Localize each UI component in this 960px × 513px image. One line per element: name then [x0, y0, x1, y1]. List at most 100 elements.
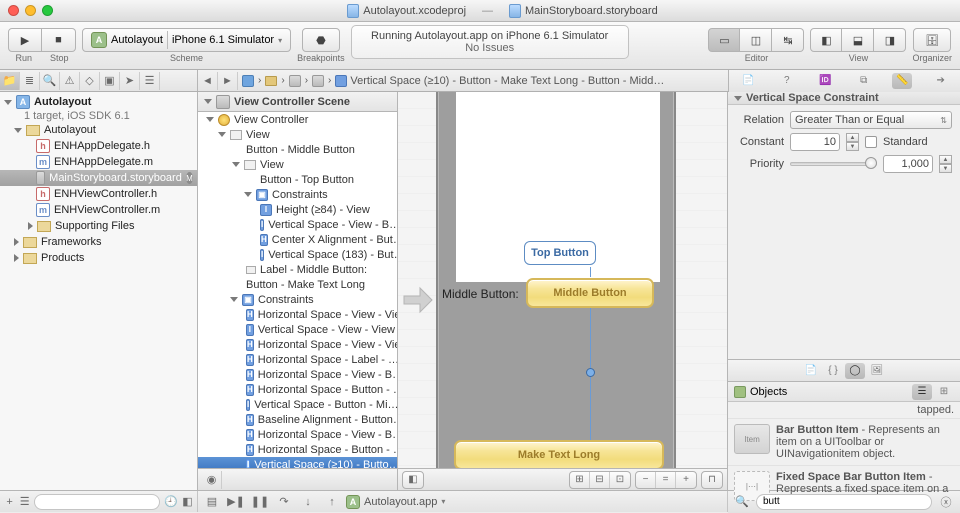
priority-stepper[interactable]: ▲▼	[939, 155, 952, 173]
pin-menu[interactable]: ⊓	[701, 471, 723, 489]
nav-action-button[interactable]: ☰	[19, 493, 30, 511]
nav-add-button[interactable]: +	[4, 493, 15, 511]
middle-button[interactable]: Middle Button	[526, 278, 654, 308]
outline-btn-mtl[interactable]: Button - Make Text Long	[198, 277, 397, 292]
priority-slider[interactable]	[790, 157, 877, 171]
file-appdelegate-m[interactable]: mENHAppDelegate.m	[0, 154, 197, 170]
debug-pause-button[interactable]: ❚❚	[250, 493, 270, 511]
breakpoints-button[interactable]: ⬣	[302, 28, 340, 52]
toggle-debug-button[interactable]: ⬓	[842, 28, 874, 52]
inner-view[interactable]: Top Button	[456, 92, 660, 282]
lib-tab-code[interactable]: { }	[823, 363, 843, 379]
nav-recent-button[interactable]: 🕘	[164, 493, 178, 511]
debug-continue-button[interactable]: ▶❚	[226, 493, 246, 511]
outline-c-vs183[interactable]: IVertical Space (183) - But…	[198, 247, 397, 262]
outline-view-inner[interactable]: View	[198, 157, 397, 172]
inspector-tab-identity[interactable]: 🆔	[815, 73, 835, 89]
inspector-tab-attributes[interactable]: ⧉	[854, 73, 874, 89]
inspector-section-header[interactable]: Vertical Space Constraint	[746, 92, 879, 104]
debug-stepover-button[interactable]: ↷	[274, 493, 294, 511]
group-frameworks[interactable]: Frameworks	[0, 234, 197, 250]
outline-constraint-item[interactable]: IVertical Space (≥10) - Butto…	[198, 457, 397, 468]
library-filter-input[interactable]	[756, 494, 932, 510]
organizer-button[interactable]: 🗄	[913, 28, 951, 52]
outline-constraint-item[interactable]: HHorizontal Space - Label - …	[198, 352, 397, 367]
outline-constraint-item[interactable]: HHorizontal Space - View - B…	[198, 427, 397, 442]
debug-stepout-button[interactable]: ↑	[322, 493, 342, 511]
nav-tab-issue[interactable]: ⚠	[60, 72, 80, 90]
close-window-button[interactable]	[8, 5, 19, 16]
outline-c-cx[interactable]: HCenter X Alignment - But…	[198, 232, 397, 247]
standard-editor-button[interactable]: ▭	[708, 28, 740, 52]
outline-filter-button[interactable]: ◉	[202, 471, 222, 489]
nav-scm-button[interactable]: ◧	[182, 493, 193, 511]
file-appdelegate-h[interactable]: hENHAppDelegate.h	[0, 138, 197, 154]
outline-vc[interactable]: View Controller	[198, 112, 397, 127]
debug-stepin-button[interactable]: ↓	[298, 493, 318, 511]
outline-constraints-inner[interactable]: ▣Constraints	[198, 187, 397, 202]
run-button[interactable]: ▶	[8, 28, 42, 52]
priority-field[interactable]: 1,000	[883, 155, 933, 173]
nav-tab-test[interactable]: ◇	[80, 72, 100, 90]
scene-view[interactable]: Top Button Middle Button: Middle Button …	[436, 92, 676, 490]
outline-label-mb[interactable]: Label - Middle Button:	[198, 262, 397, 277]
outline-toggle[interactable]: ◧	[402, 471, 424, 489]
toggle-navigator-button[interactable]: ◧	[810, 28, 842, 52]
nav-tab-debug[interactable]: ▣	[100, 72, 120, 90]
outline-constraints-root[interactable]: ▣Constraints	[198, 292, 397, 307]
top-button[interactable]: Top Button	[524, 241, 596, 265]
zoom-controls[interactable]: −=+	[635, 471, 697, 489]
version-editor-button[interactable]: ↹	[772, 28, 804, 52]
zoom-window-button[interactable]	[42, 5, 53, 16]
outline-constraint-item[interactable]: IVertical Space - View - View	[198, 322, 397, 337]
group-products[interactable]: Products	[0, 250, 197, 266]
jump-back-button[interactable]: ◄	[198, 72, 218, 90]
inspector-tab-file[interactable]: 📄	[738, 73, 758, 89]
lib-view-list[interactable]: ☰	[912, 384, 932, 400]
lib-tab-media[interactable]: 🖼	[867, 363, 887, 379]
scheme-selector[interactable]: A Autolayout iPhone 6.1 Simulator ▾	[82, 28, 291, 52]
file-vc-h[interactable]: hENHViewController.h	[0, 186, 197, 202]
lib-view-grid[interactable]: ⊞	[934, 384, 954, 400]
nav-tab-symbol[interactable]: ≣	[20, 72, 40, 90]
jump-bar[interactable]: › › › › Vertical Space (≥10) - Button - …	[238, 70, 728, 91]
outline-constraint-item[interactable]: HHorizontal Space - View - View	[198, 307, 397, 322]
inspector-tab-help[interactable]: ?	[777, 73, 797, 89]
constraint-handle[interactable]	[586, 368, 595, 377]
project-root[interactable]: AAutolayout	[0, 94, 197, 110]
align-menu[interactable]: ⊞⊟⊡	[569, 471, 631, 489]
lib-tab-file[interactable]: 📄	[801, 363, 821, 379]
debug-toggle-button[interactable]: ▤	[202, 493, 222, 511]
toggle-utilities-button[interactable]: ◨	[874, 28, 906, 52]
nav-tab-breakpoint[interactable]: ➤	[120, 72, 140, 90]
constant-field[interactable]: 10	[790, 133, 840, 151]
make-text-long-button[interactable]: Make Text Long	[454, 440, 664, 470]
outline-btn-mb[interactable]: Button - Middle Button	[198, 142, 397, 157]
standard-checkbox[interactable]	[865, 136, 877, 148]
nav-tab-search[interactable]: 🔍	[40, 72, 60, 90]
outline-constraint-item[interactable]: HHorizontal Space - View - B…	[198, 367, 397, 382]
lib-filter-clear[interactable]: ⓧ	[936, 493, 956, 511]
outline-btn-tb[interactable]: Button - Top Button	[198, 172, 397, 187]
lib-item-barbutton[interactable]: Item Bar Button Item - Represents an ite…	[728, 419, 960, 466]
assistant-editor-button[interactable]: ◫	[740, 28, 772, 52]
stop-button[interactable]: ■	[42, 28, 76, 52]
constant-stepper[interactable]: ▲▼	[846, 133, 859, 151]
minimize-window-button[interactable]	[25, 5, 36, 16]
nav-filter-input[interactable]	[34, 494, 160, 510]
outline-constraint-item[interactable]: HHorizontal Space - View - View	[198, 337, 397, 352]
jump-forward-button[interactable]: ►	[218, 72, 238, 90]
group-autolayout[interactable]: Autolayout	[0, 122, 197, 138]
inspector-tab-connections[interactable]: ➔	[931, 73, 951, 89]
outline-constraint-item[interactable]: HHorizontal Space - Button - …	[198, 382, 397, 397]
lib-tab-object[interactable]: ◯	[845, 363, 865, 379]
group-supporting[interactable]: Supporting Files	[0, 218, 197, 234]
relation-combo[interactable]: Greater Than or Equal⇅	[790, 111, 952, 129]
inspector-tab-size[interactable]: 📏	[892, 73, 912, 89]
outline-c-height[interactable]: IHeight (≥84) - View	[198, 202, 397, 217]
file-vc-m[interactable]: mENHViewController.m	[0, 202, 197, 218]
outline-constraint-item[interactable]: IVertical Space - Button - Mi…	[198, 397, 397, 412]
outline-constraint-item[interactable]: HBaseline Alignment - Button…	[198, 412, 397, 427]
outline-c-vs-vb[interactable]: IVertical Space - View - B…	[198, 217, 397, 232]
nav-tab-project[interactable]: 📁	[0, 72, 20, 90]
